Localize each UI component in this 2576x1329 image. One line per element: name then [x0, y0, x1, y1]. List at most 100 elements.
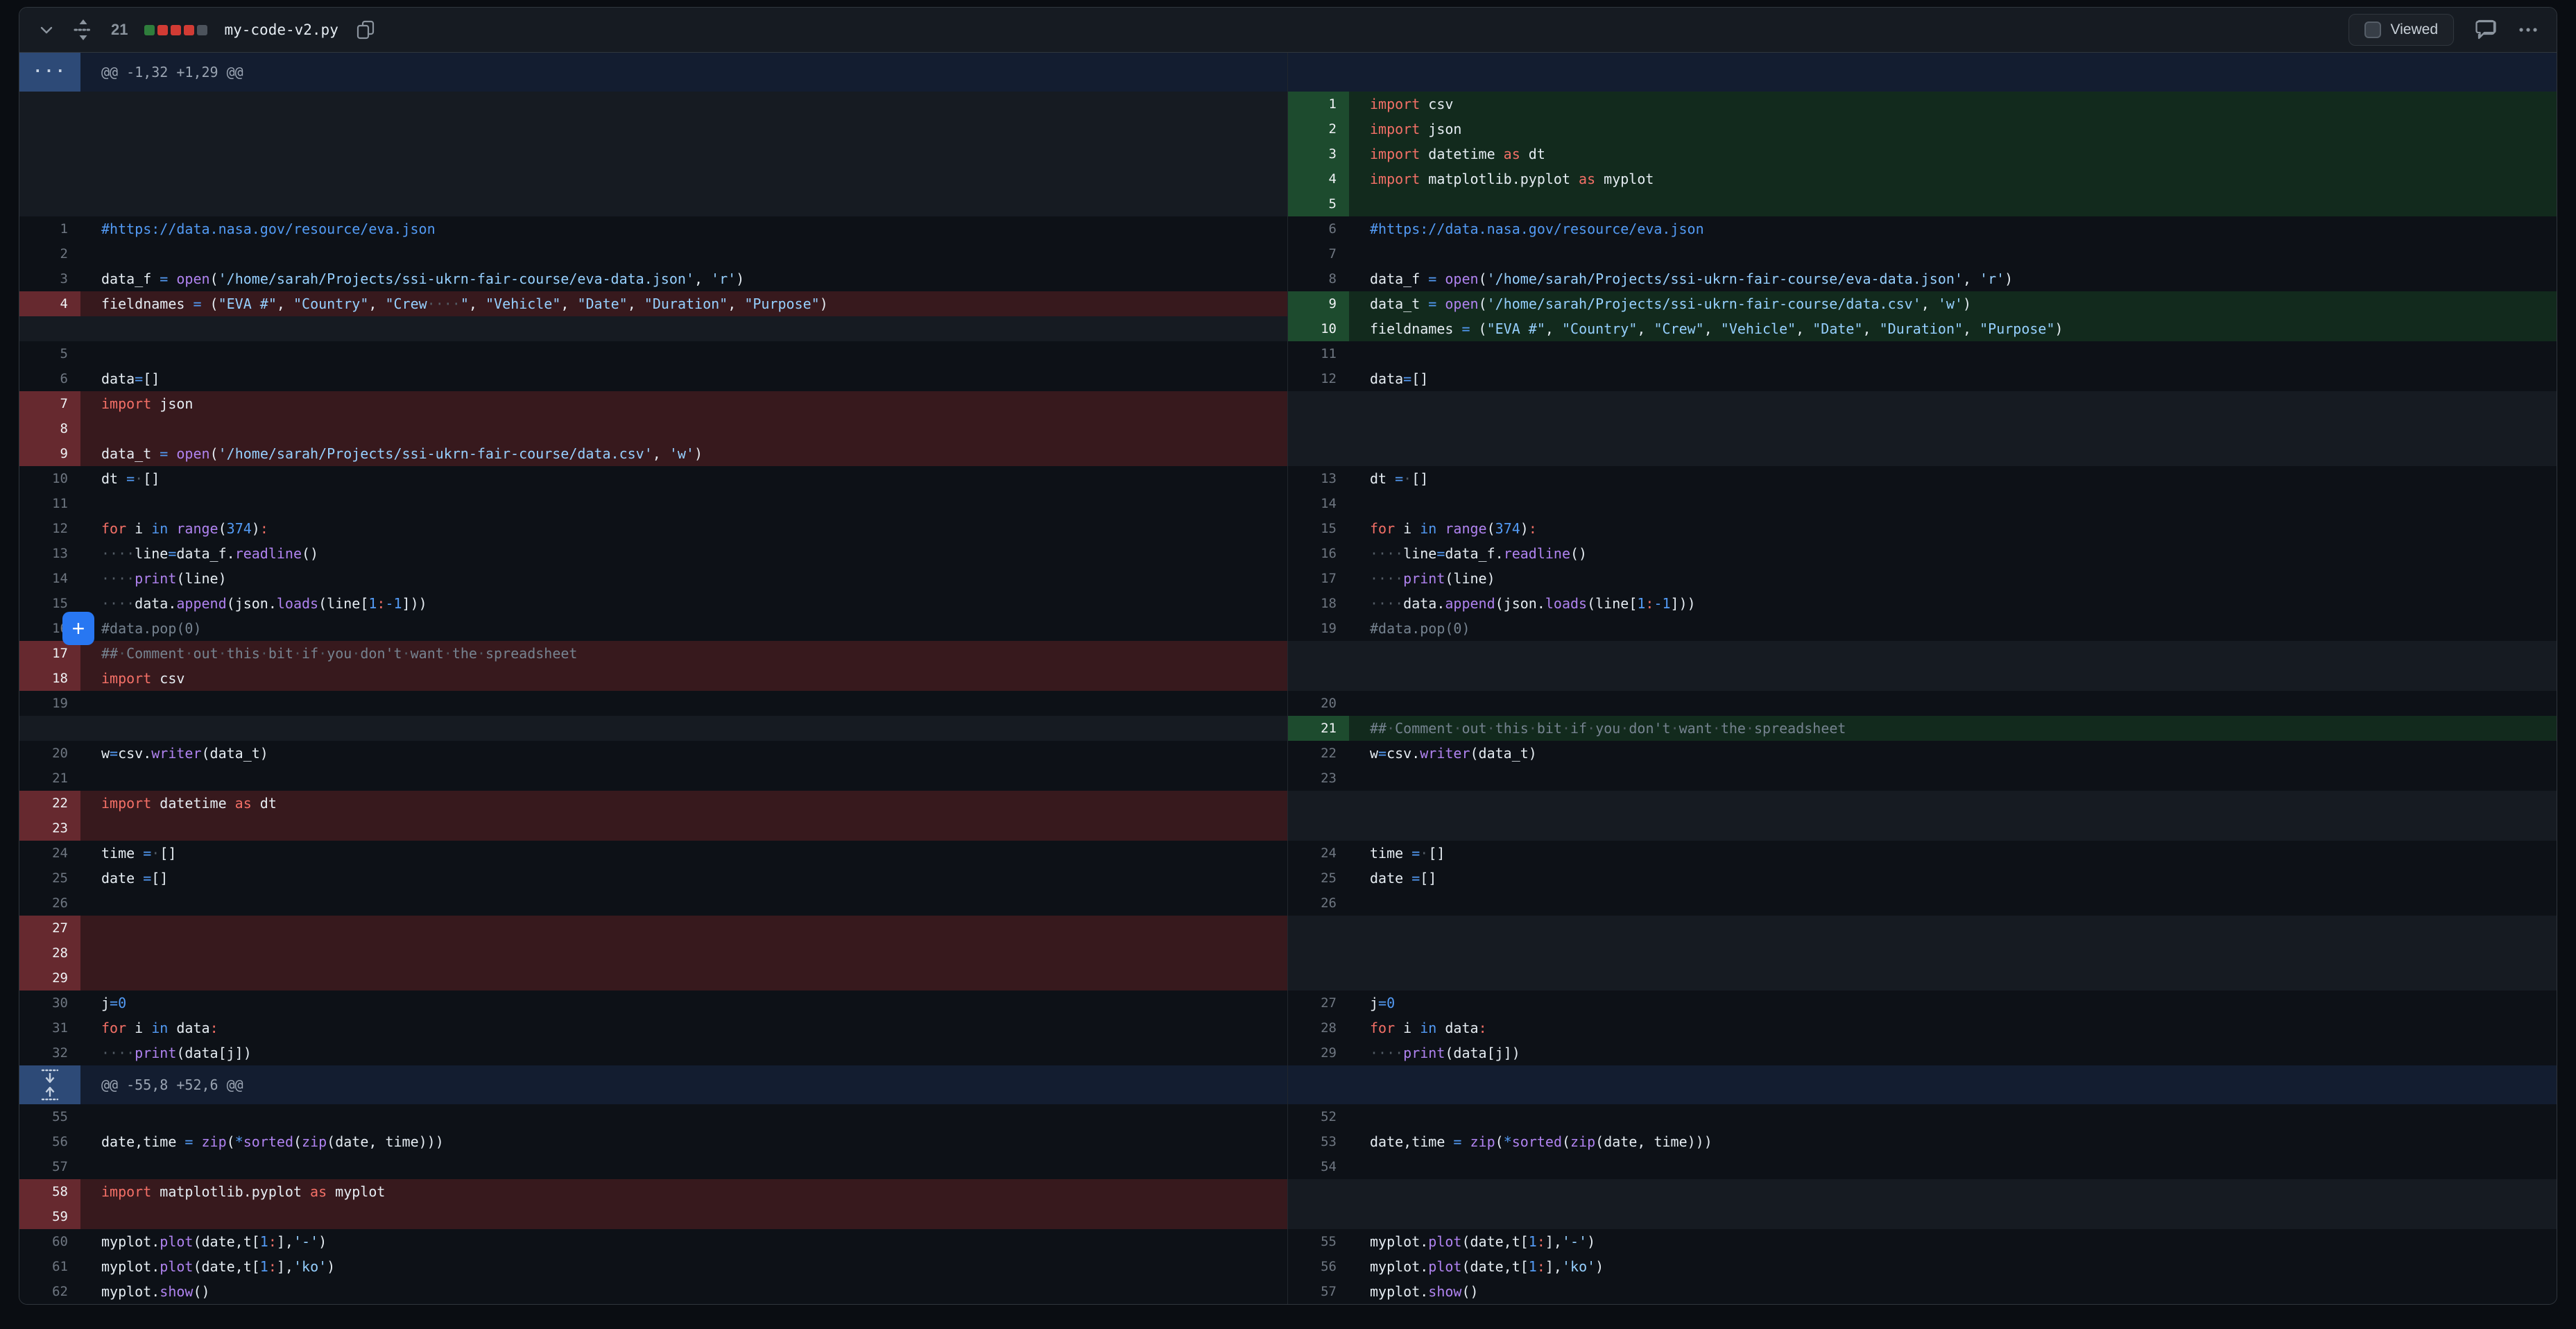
- line-number[interactable]: 6: [19, 366, 80, 391]
- line-number[interactable]: 2: [1288, 117, 1349, 142]
- line-number[interactable]: 9: [1288, 291, 1349, 316]
- code-line: [80, 341, 1287, 366]
- expand-diff-arrows-button[interactable]: [19, 1065, 80, 1104]
- line-number[interactable]: 14: [19, 566, 80, 591]
- line-number[interactable]: 10: [1288, 316, 1349, 341]
- line-number[interactable]: 13: [1288, 466, 1349, 491]
- line-number[interactable]: 57: [19, 1154, 80, 1179]
- code-token: ·: [1746, 720, 1754, 737]
- line-number[interactable]: 17: [1288, 566, 1349, 591]
- line-number[interactable]: 61: [19, 1254, 80, 1279]
- line-number[interactable]: 52: [1288, 1104, 1349, 1129]
- line-number[interactable]: 55: [19, 1104, 80, 1129]
- viewed-checkbox[interactable]: [2364, 22, 2381, 38]
- line-number[interactable]: 28: [19, 941, 80, 966]
- line-number[interactable]: 11: [19, 491, 80, 516]
- line-number[interactable]: 57: [1288, 1279, 1349, 1304]
- code-token: [1436, 520, 1445, 537]
- line-number[interactable]: 1: [1288, 92, 1349, 117]
- line-number[interactable]: 6: [1288, 216, 1349, 241]
- line-number[interactable]: 58: [19, 1179, 80, 1204]
- line-number[interactable]: 62: [19, 1279, 80, 1304]
- line-number[interactable]: 27: [19, 916, 80, 941]
- line-number[interactable]: 56: [1288, 1254, 1349, 1279]
- line-number[interactable]: 16: [1288, 541, 1349, 566]
- line-number[interactable]: 5: [1288, 191, 1349, 216]
- line-number[interactable]: 28: [1288, 1015, 1349, 1040]
- line-number[interactable]: 53: [1288, 1129, 1349, 1154]
- line-number[interactable]: 29: [19, 966, 80, 991]
- line-number[interactable]: 19: [1288, 616, 1349, 641]
- diff-cell-del: 4fieldnames = ("EVA #", "Country", "Crew…: [19, 291, 1288, 316]
- line-number[interactable]: 3: [19, 266, 80, 291]
- line-number[interactable]: 13: [19, 541, 80, 566]
- line-number[interactable]: 59: [19, 1204, 80, 1229]
- code-token: in: [1420, 520, 1436, 537]
- diff-cell-sp: [19, 142, 1288, 166]
- line-number[interactable]: 11: [1288, 341, 1349, 366]
- code-token: i: [1395, 1020, 1420, 1036]
- line-number[interactable]: 18: [1288, 591, 1349, 616]
- line-number[interactable]: 8: [1288, 266, 1349, 291]
- diff-cell-ctx: 56myplot.plot(date,t[1:],'ko'): [1288, 1254, 2557, 1279]
- line-number[interactable]: 14: [1288, 491, 1349, 516]
- line-number[interactable]: 15: [1288, 516, 1349, 541]
- collapse-file-button[interactable]: [37, 21, 55, 39]
- code-token: =: [1453, 1133, 1461, 1150]
- line-number[interactable]: 12: [1288, 366, 1349, 391]
- line-number[interactable]: 25: [19, 866, 80, 891]
- line-number[interactable]: 1: [19, 216, 80, 241]
- code-token: show: [160, 1283, 193, 1300]
- line-number[interactable]: 26: [19, 891, 80, 916]
- line-number[interactable]: 56: [19, 1129, 80, 1154]
- line-number[interactable]: 2: [19, 241, 80, 266]
- line-number[interactable]: 55: [1288, 1229, 1349, 1254]
- line-number[interactable]: 30: [19, 991, 80, 1015]
- diff-cell-ctx: 57myplot.show(): [1288, 1279, 2557, 1304]
- line-number[interactable]: 23: [19, 816, 80, 841]
- line-number[interactable]: 9: [19, 441, 80, 466]
- line-number[interactable]: 23: [1288, 766, 1349, 791]
- add-comment-button[interactable]: +: [62, 612, 94, 645]
- line-number[interactable]: 4: [19, 291, 80, 316]
- line-number[interactable]: 19: [19, 691, 80, 716]
- line-number[interactable]: 32: [19, 1040, 80, 1065]
- diff-cell-del: 29: [19, 966, 1288, 991]
- comment-button[interactable]: [2475, 19, 2497, 40]
- line-number[interactable]: 54: [1288, 1154, 1349, 1179]
- line-number[interactable]: 12: [19, 516, 80, 541]
- code-token: :: [1479, 1020, 1487, 1036]
- line-number[interactable]: 20: [1288, 691, 1349, 716]
- code-line: [1349, 966, 2557, 991]
- line-number[interactable]: 27: [1288, 991, 1349, 1015]
- expand-diff-button[interactable]: ···: [19, 53, 80, 92]
- line-number[interactable]: 60: [19, 1229, 80, 1254]
- kebab-menu-button[interactable]: [2518, 26, 2539, 33]
- code-token: date: [1370, 870, 1411, 886]
- copy-path-button[interactable]: [355, 19, 376, 40]
- line-number[interactable]: 29: [1288, 1040, 1349, 1065]
- drag-grabber-button[interactable]: [72, 17, 94, 42]
- line-number[interactable]: 24: [1288, 841, 1349, 866]
- code-token: matplotlib.pyplot: [151, 1183, 310, 1200]
- line-number[interactable]: 7: [19, 391, 80, 416]
- code-token: '/home/sarah/Projects/ssi-ukrn-fair-cour…: [1487, 295, 1921, 312]
- line-number[interactable]: 5: [19, 341, 80, 366]
- line-number[interactable]: 7: [1288, 241, 1349, 266]
- code-token: j: [1370, 995, 1378, 1011]
- line-number[interactable]: 22: [19, 791, 80, 816]
- line-number[interactable]: 31: [19, 1015, 80, 1040]
- line-number[interactable]: 10: [19, 466, 80, 491]
- line-number[interactable]: 22: [1288, 741, 1349, 766]
- line-number[interactable]: 3: [1288, 142, 1349, 166]
- line-number[interactable]: 4: [1288, 166, 1349, 191]
- line-number[interactable]: 21: [1288, 716, 1349, 741]
- line-number[interactable]: 24: [19, 841, 80, 866]
- line-number[interactable]: 26: [1288, 891, 1349, 916]
- viewed-toggle-button[interactable]: Viewed: [2349, 14, 2455, 46]
- line-number[interactable]: 25: [1288, 866, 1349, 891]
- line-number[interactable]: 20: [19, 741, 80, 766]
- line-number[interactable]: 21: [19, 766, 80, 791]
- line-number[interactable]: 8: [19, 416, 80, 441]
- line-number[interactable]: 18: [19, 666, 80, 691]
